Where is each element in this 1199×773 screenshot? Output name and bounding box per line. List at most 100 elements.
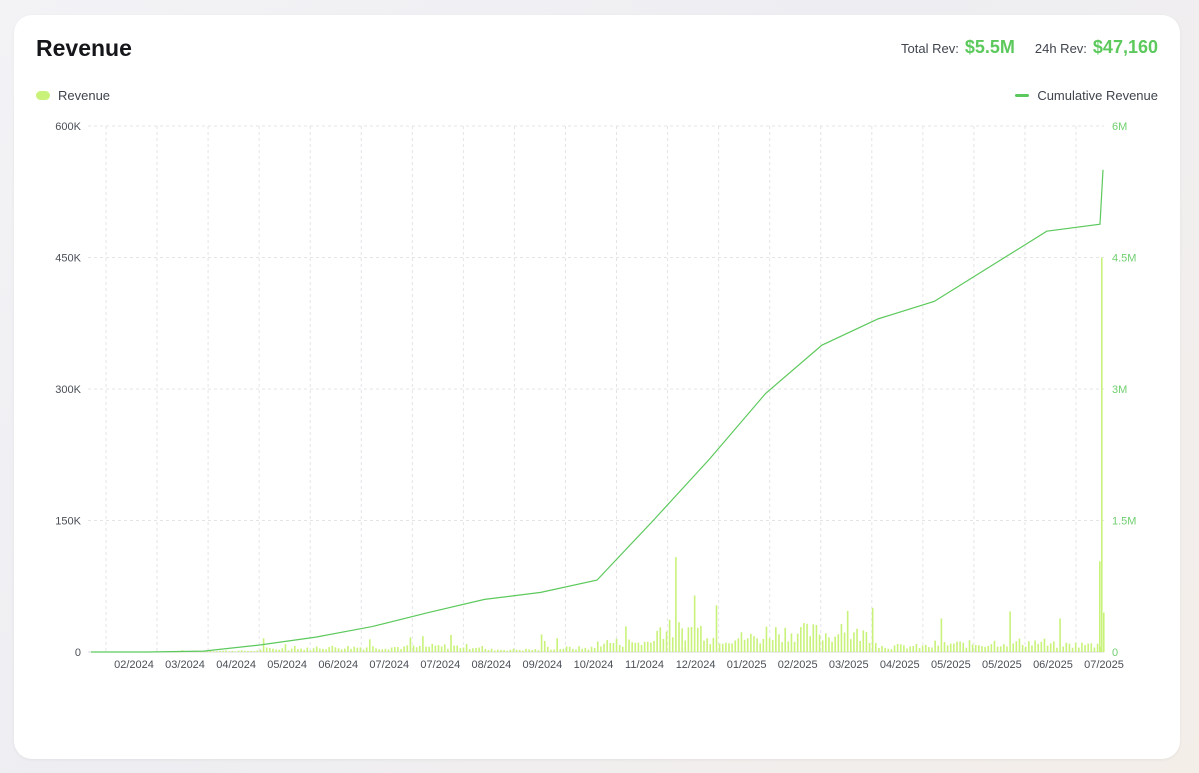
revenue-bar — [728, 643, 730, 652]
revenue-bar — [1021, 644, 1024, 652]
revenue-bar — [918, 647, 921, 652]
revenue-bar — [746, 638, 749, 652]
revenue-bar — [534, 649, 537, 652]
revenue-bar — [850, 639, 852, 652]
revenue-bar — [1009, 611, 1011, 652]
revenue-bar — [275, 649, 277, 652]
revenue-bar — [803, 623, 805, 652]
revenue-bar — [500, 649, 502, 652]
revenue-bar — [481, 645, 484, 652]
revenue-bar — [209, 650, 212, 652]
revenue-bar — [284, 644, 287, 652]
revenue-bar — [387, 649, 390, 652]
revenue-bar — [718, 643, 721, 652]
revenue-bar — [384, 648, 387, 652]
revenue-bar — [403, 646, 405, 652]
revenue-bar — [475, 647, 477, 652]
revenue-bar — [671, 637, 674, 652]
revenue-bar — [334, 647, 337, 652]
revenue-bar — [215, 651, 218, 652]
revenue-bar — [350, 648, 352, 652]
revenue-bar — [578, 646, 580, 652]
revenue-bar — [1093, 647, 1096, 652]
revenue-bar — [737, 638, 740, 652]
revenue-bar — [768, 638, 771, 652]
revenue-bar — [297, 648, 299, 652]
x-tick-label: 05/2024 — [267, 659, 307, 671]
revenue-bar — [525, 648, 527, 652]
revenue-bar — [415, 647, 418, 652]
revenue-bar — [365, 647, 368, 652]
revenue-bar — [509, 649, 512, 652]
revenue-bar — [440, 646, 443, 652]
revenue-bar — [996, 646, 999, 652]
revenue-bar — [347, 645, 349, 652]
x-tick-label: 05/2025 — [982, 659, 1022, 671]
revenue-bar — [656, 630, 658, 652]
revenue-bar — [322, 648, 324, 652]
revenue-bar — [987, 645, 990, 652]
revenue-bar — [528, 649, 530, 652]
revenue-bar — [553, 649, 555, 652]
revenue-bar — [406, 645, 409, 652]
revenue-bar — [668, 619, 671, 652]
revenue-bar — [806, 623, 808, 652]
revenue-bar — [1012, 643, 1015, 652]
x-tick-label: 02/2024 — [114, 659, 154, 671]
revenue-bar — [562, 648, 565, 652]
revenue-bar — [631, 642, 633, 652]
revenue-bar — [999, 646, 1002, 652]
revenue-bar — [572, 648, 574, 652]
revenue-bar — [825, 633, 827, 652]
revenue-bar — [1049, 643, 1052, 652]
revenue-bar — [328, 647, 330, 652]
revenue-bar — [984, 646, 986, 652]
revenue-bar — [903, 645, 905, 652]
revenue-bar — [309, 650, 312, 652]
revenue-bar — [628, 639, 630, 652]
revenue-bar — [575, 649, 577, 652]
revenue-bar — [712, 637, 715, 652]
revenue-bar — [281, 648, 284, 652]
revenue-bar — [1071, 647, 1074, 652]
revenue-bar — [700, 625, 702, 652]
revenue-bar — [1028, 641, 1030, 652]
revenue-bar — [828, 637, 830, 652]
revenue-bar — [650, 642, 652, 652]
revenue-bar — [337, 648, 340, 652]
revenue-bar — [831, 641, 833, 652]
revenue-bar — [222, 650, 224, 652]
revenue-bar — [665, 631, 668, 652]
revenue-bar — [928, 647, 930, 652]
revenue-bar — [1034, 640, 1036, 652]
revenue-bar — [225, 650, 227, 652]
revenue-bar — [397, 647, 399, 652]
revenue-bar — [1056, 647, 1058, 652]
revenue-bar — [490, 648, 493, 652]
revenue-bar — [597, 641, 599, 652]
revenue-bar — [459, 648, 462, 652]
revenue-bar — [503, 650, 505, 652]
revenue-bar — [981, 646, 983, 652]
revenue-bar — [518, 649, 521, 652]
revenue-bar — [856, 628, 858, 652]
y-tick-right: 0 — [1112, 647, 1118, 659]
revenue-bar — [462, 647, 465, 652]
revenue-bar — [759, 643, 762, 652]
revenue-bar — [974, 645, 977, 652]
revenue-bar — [1090, 643, 1093, 652]
revenue-bar — [390, 647, 393, 652]
revenue-bar — [731, 643, 733, 652]
revenue-bar — [372, 646, 374, 652]
revenue-bar — [228, 651, 231, 652]
revenue-bar — [837, 634, 840, 652]
y-tick-left: 0 — [75, 647, 81, 659]
revenue-bar — [921, 645, 924, 652]
revenue-bar — [1078, 647, 1080, 652]
revenue-bar — [556, 638, 558, 652]
revenue-bar — [968, 640, 971, 652]
revenue-bar — [821, 640, 824, 652]
y-tick-left: 300K — [55, 384, 81, 396]
revenue-bar — [1099, 561, 1101, 652]
x-tick-label: 06/2024 — [318, 659, 358, 671]
